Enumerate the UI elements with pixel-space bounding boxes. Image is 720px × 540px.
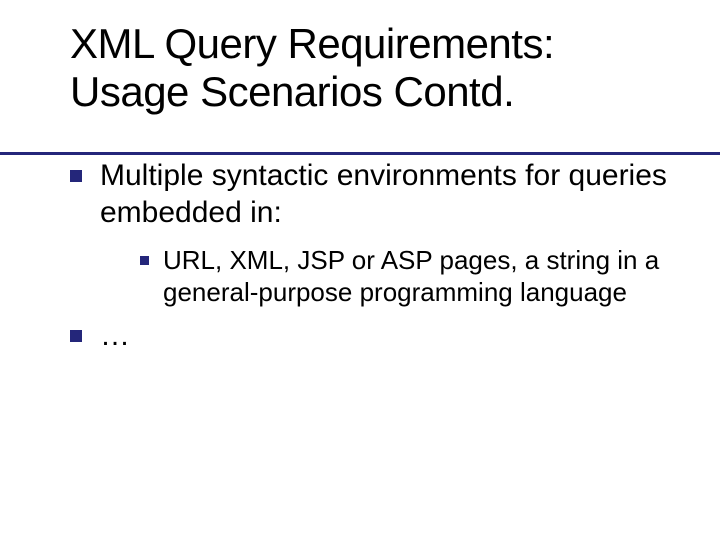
slide-title: XML Query Requirements: Usage Scenarios … [70, 20, 680, 117]
title-line-1: XML Query Requirements: [70, 20, 554, 67]
square-bullet-icon [140, 256, 149, 265]
sub-bullet-text: URL, XML, JSP or ASP pages, a string in … [163, 244, 680, 309]
content-area: Multiple syntactic environments for quer… [70, 157, 680, 355]
sub-bullet-group: URL, XML, JSP or ASP pages, a string in … [140, 244, 680, 309]
bullet-level1: Multiple syntactic environments for quer… [70, 157, 680, 232]
bullet-text: … [100, 317, 130, 355]
slide: XML Query Requirements: Usage Scenarios … [0, 0, 720, 540]
bullet-level2: URL, XML, JSP or ASP pages, a string in … [140, 244, 680, 309]
title-line-2: Usage Scenarios Contd. [70, 68, 514, 115]
square-bullet-icon [70, 170, 82, 182]
square-bullet-icon [70, 330, 82, 342]
bullet-level1: … [70, 317, 680, 355]
title-underline [0, 152, 720, 155]
bullet-text: Multiple syntactic environments for quer… [100, 157, 680, 232]
